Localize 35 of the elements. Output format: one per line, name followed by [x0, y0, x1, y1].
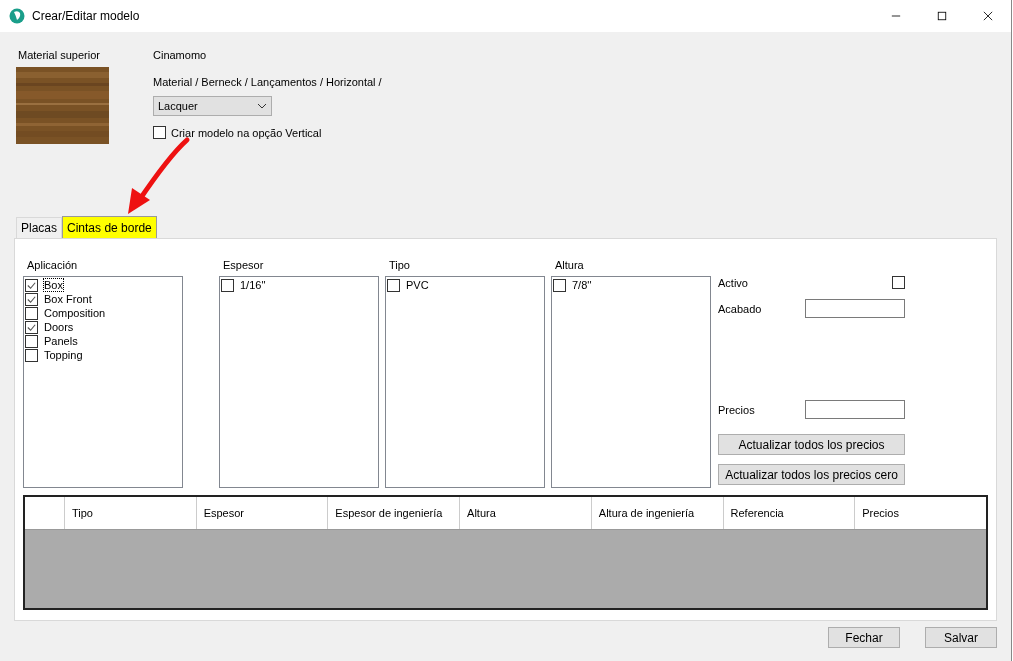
list-item[interactable]: 1/16'' — [239, 278, 267, 292]
checkbox-label: Criar modelo na opção Vertical — [171, 126, 322, 139]
column-header[interactable]: Tipo — [63, 497, 196, 529]
tab[interactable]: Cintas de borde — [62, 216, 157, 238]
column-header[interactable]: Referencia — [722, 497, 855, 529]
list-title: Espesor — [223, 259, 265, 271]
list-item[interactable]: Topping — [43, 348, 84, 362]
list-item[interactable]: Box — [43, 278, 64, 292]
list-title: Altura — [555, 259, 585, 271]
dialog-button[interactable]: Salvar — [925, 627, 997, 648]
column-header[interactable]: Altura de ingeniería — [590, 497, 723, 529]
list-item[interactable]: Box Front — [43, 292, 93, 306]
update-prices-button[interactable]: Actualizar todos los precios cero — [718, 464, 905, 485]
list-item[interactable]: PVC — [405, 278, 430, 292]
tab[interactable]: Placas — [16, 217, 63, 238]
list-item[interactable]: Doors — [43, 320, 75, 334]
window-title: Crear/Editar modelo — [32, 9, 140, 23]
list-item[interactable]: 7/8'' — [571, 278, 593, 292]
material-name: Cinamomo — [153, 49, 208, 61]
acabado-label: Acabado — [718, 302, 762, 315]
list-item[interactable]: Panels — [43, 334, 79, 348]
material-path: Material / Berneck / Lançamentos / Horizontal / — [153, 76, 382, 88]
column-header[interactable]: Altura — [459, 497, 591, 529]
list-item[interactable]: Composition — [43, 306, 107, 320]
material-label: Material superior — [18, 49, 101, 61]
list-title: Tipo — [389, 259, 411, 271]
column-header[interactable]: Precios — [854, 497, 986, 529]
finish-dropdown[interactable]: Lacquer — [153, 96, 272, 116]
dialog-button[interactable]: Fechar — [828, 627, 900, 648]
activo-label: Activo — [718, 276, 748, 289]
column-header[interactable]: Espesor de ingeniería — [327, 497, 460, 529]
update-prices-button[interactable]: Actualizar todos los precios — [718, 434, 905, 455]
column-header[interactable]: Espesor — [195, 497, 328, 529]
list-title: Aplicación — [27, 259, 79, 271]
precios-label: Precios — [718, 403, 755, 416]
